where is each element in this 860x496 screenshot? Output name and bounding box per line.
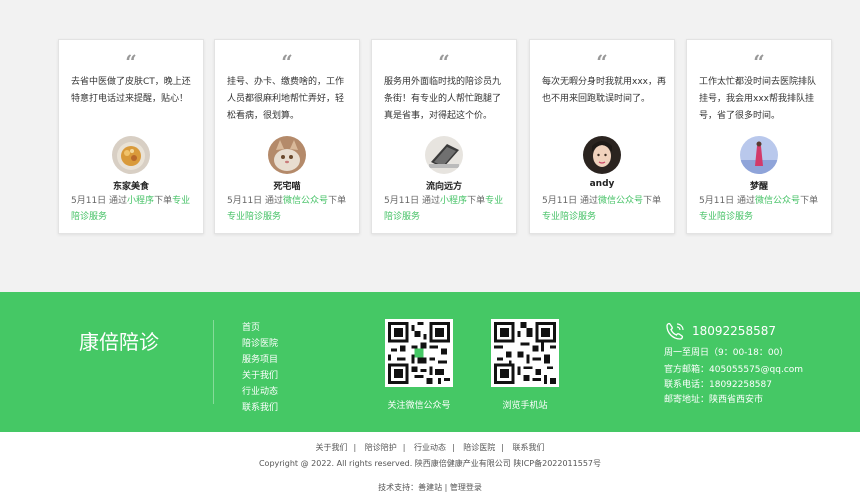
- reviewer-name: 东家美食: [112, 182, 149, 192]
- contact-address: 邮寄地址：陕西省西安市: [664, 395, 764, 405]
- bottom-link-news[interactable]: 行业动态: [414, 443, 446, 452]
- figure-sky-icon: [740, 136, 778, 174]
- bottom-link-contact[interactable]: 联系我们: [513, 443, 545, 452]
- order-date: 5月11日 通过: [227, 196, 284, 206]
- bottom-links: 关于我们 | 陪诊陪护 | 行业动态 | 陪诊医院 | 联系我们: [0, 442, 860, 453]
- order-label: 下单: [643, 196, 662, 206]
- footer-nav-about[interactable]: 关于我们: [242, 368, 278, 384]
- support-label: 技术支持：: [378, 483, 419, 492]
- service-link[interactable]: 专业陪诊服务: [699, 212, 753, 222]
- admin-login-link[interactable]: 管理登录: [450, 483, 482, 492]
- qr-caption-wechat: 关注微信公众号: [387, 401, 451, 411]
- footer-nav-hospitals[interactable]: 陪诊医院: [242, 336, 278, 352]
- footer-nav-contact[interactable]: 联系我们: [242, 400, 278, 416]
- testimonial-text: 工作太忙都没时间去医院排队挂号，我会用xxx帮我排队挂号，省了很多时间。: [699, 77, 817, 121]
- testimonials-section: “ 去省中医做了皮肤CT，晚上还特意打电话过来提醒，贴心！ 东家美食 5月11日…: [0, 0, 860, 292]
- contact-tel: 联系电话：18092258587: [664, 380, 772, 390]
- order-label: 下单: [328, 196, 347, 206]
- link-separator: |: [452, 443, 455, 452]
- reviewer-name: 流向远方: [425, 182, 462, 192]
- reviewer-name: 死宅喵: [273, 182, 301, 192]
- footer-brand: 康倍陪诊: [79, 330, 159, 354]
- order-channel-link[interactable]: 小程序: [440, 196, 467, 206]
- link-separator: |: [402, 443, 406, 452]
- testimonial-card: “ 去省中医做了皮肤CT，晚上还特意打电话过来提醒，贴心！ 东家美食 5月11日…: [58, 39, 204, 234]
- testimonial-card: “ 工作太忙都没时间去医院排队挂号，我会用xxx帮我排队挂号，省了很多时间。 梦…: [686, 39, 832, 234]
- admin-separator: |: [442, 483, 450, 492]
- phone-row: 18092258587: [664, 322, 803, 340]
- support-link[interactable]: 善建站: [418, 483, 442, 492]
- phone-icon: [666, 322, 684, 340]
- order-meta: 5月11日 通过微信公众号下单专业陪诊服务: [699, 193, 825, 225]
- link-separator: |: [501, 443, 504, 452]
- contact-email: 官方邮箱：405055575@qq.com: [664, 365, 804, 375]
- reviewer-name: 梦醒: [749, 182, 768, 192]
- order-date: 5月11日 通过: [542, 196, 599, 206]
- quote-icon: “: [753, 50, 765, 74]
- copyright-text: Copyright @ 2022. All rights reserved. 陕…: [258, 459, 602, 468]
- bottom-link-about[interactable]: 关于我们: [316, 443, 348, 452]
- quote-icon: “: [281, 50, 293, 74]
- order-meta: 5月11日 通过小程序下单专业陪诊服务: [384, 193, 510, 225]
- tech-support: 技术支持：善建站 | 管理登录: [0, 482, 860, 493]
- service-hours: 周一至周日（9：00-18：00）: [664, 348, 789, 358]
- order-date: 5月11日 通过: [71, 196, 128, 206]
- order-meta: 5月11日 通过微信公众号下单专业陪诊服务: [542, 193, 668, 225]
- food-bowl-icon: [112, 136, 150, 174]
- testimonial-text: 挂号、办卡、缴费啥的，工作人员都很麻利地帮忙弄好，轻松看病，很划算。: [227, 77, 345, 121]
- order-label: 下单: [467, 196, 486, 206]
- footer-divider: [213, 320, 214, 404]
- footer-bottom: 关于我们 | 陪诊陪护 | 行业动态 | 陪诊医院 | 联系我们 Copyright @…: [0, 432, 860, 496]
- testimonial-text: 每次无暇分身时我就用xxx，再也不用来回跑耽误时间了。: [542, 77, 666, 104]
- order-label: 下单: [154, 196, 173, 206]
- order-date: 5月11日 通过: [384, 196, 441, 206]
- service-link[interactable]: 专业陪诊服务: [227, 212, 281, 222]
- qr-code-icon: [491, 319, 559, 387]
- order-channel-link[interactable]: 微信公众号: [755, 196, 800, 206]
- woman-portrait-icon: [583, 136, 621, 174]
- link-separator: |: [353, 443, 357, 452]
- order-meta: 5月11日 通过微信公众号下单专业陪诊服务: [227, 193, 353, 225]
- footer-main: 康倍陪诊 首页 陪诊医院 服务项目 关于我们 行业动态 联系我们 关注微信公众号…: [0, 292, 860, 432]
- testimonial-card: “ 服务用外面临时找的陪诊员九条街！有专业的人帮忙跑腿了真是省事，对得起这个价。…: [371, 39, 517, 234]
- quote-icon: “: [596, 50, 608, 74]
- contact-phone[interactable]: 18092258587: [692, 324, 776, 338]
- order-meta: 5月11日 通过小程序下单专业陪诊服务: [71, 193, 197, 225]
- testimonial-card: “ 每次无暇分身时我就用xxx，再也不用来回跑耽误时间了。 andy 5月11日…: [529, 39, 675, 234]
- contact-block: 18092258587 周一至周日（9：00-18：00） 官方邮箱：40505…: [664, 322, 803, 408]
- reviewer-name: andy: [589, 179, 615, 189]
- bottom-link-hospitals[interactable]: 陪诊医院: [463, 443, 495, 452]
- quote-icon: “: [125, 50, 137, 74]
- testimonial-card: “ 挂号、办卡、缴费啥的，工作人员都很麻利地帮忙弄好，轻松看病，很划算。 死宅喵…: [214, 39, 360, 234]
- footer-nav: 首页 陪诊医院 服务项目 关于我们 行业动态 联系我们: [242, 320, 278, 416]
- footer-nav-home[interactable]: 首页: [242, 320, 278, 336]
- laptop-icon: [425, 136, 463, 174]
- order-label: 下单: [800, 196, 819, 206]
- order-channel-link[interactable]: 微信公众号: [283, 196, 328, 206]
- cat-icon: [268, 136, 306, 174]
- qr-code-icon: [385, 319, 453, 387]
- testimonial-text: 去省中医做了皮肤CT，晚上还特意打电话过来提醒，贴心！: [71, 77, 191, 104]
- order-channel-link[interactable]: 小程序: [127, 196, 154, 206]
- testimonial-text: 服务用外面临时找的陪诊员九条街！有专业的人帮忙跑腿了真是省事，对得起这个价。: [384, 77, 502, 121]
- qr-caption-mobile: 浏览手机站: [502, 401, 548, 411]
- order-channel-link[interactable]: 微信公众号: [598, 196, 643, 206]
- quote-icon: “: [438, 50, 450, 74]
- footer-nav-news[interactable]: 行业动态: [242, 384, 278, 400]
- service-link[interactable]: 专业陪诊服务: [542, 212, 596, 222]
- footer-nav-services[interactable]: 服务项目: [242, 352, 278, 368]
- bottom-link-escort[interactable]: 陪诊陪护: [365, 443, 397, 452]
- order-date: 5月11日 通过: [699, 196, 756, 206]
